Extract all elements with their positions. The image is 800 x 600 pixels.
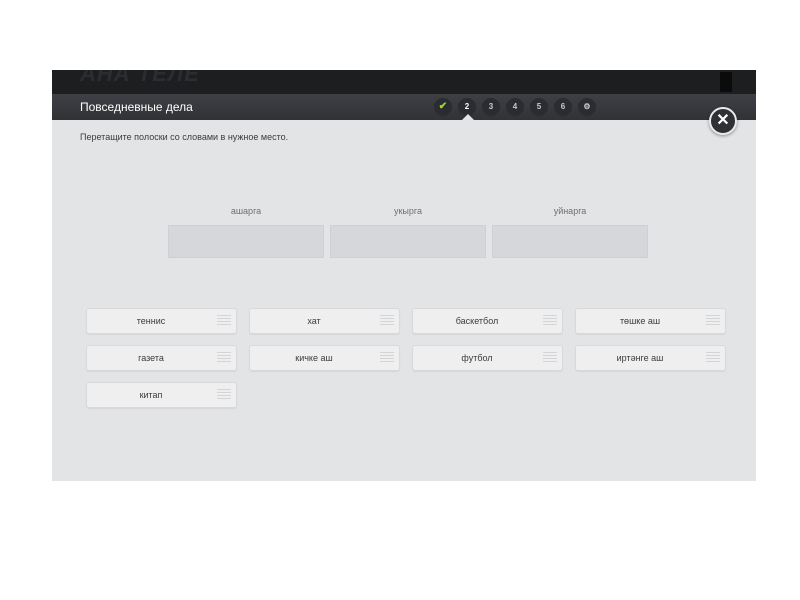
drag-handle-icon — [543, 352, 557, 364]
word-chip-label: иртәнге аш — [616, 353, 664, 363]
word-chip-basketball[interactable]: баскетбол — [412, 308, 563, 334]
word-chip-kichke-ash[interactable]: кичке аш — [249, 345, 400, 371]
target-label-uynarga: уйнарга — [553, 206, 587, 216]
drop-zone-ukyrga[interactable] — [330, 225, 486, 258]
exercise-title: Повседневные дела — [80, 100, 193, 114]
target-label-asharga: ашарга — [230, 206, 262, 216]
word-chip-label: хат — [307, 316, 321, 326]
drag-handle-icon — [217, 352, 231, 364]
topbar-control[interactable] — [720, 72, 732, 92]
step-1-done-check-icon[interactable]: ✔ — [434, 98, 452, 116]
drag-handle-icon — [706, 352, 720, 364]
instruction-text: Перетащите полоски со словами в нужное м… — [80, 132, 289, 142]
close-button[interactable]: ✕ — [709, 107, 737, 135]
drag-handle-icon — [380, 352, 394, 364]
word-chip-toshke-ash[interactable]: төшке аш — [575, 308, 726, 334]
drag-handle-icon — [217, 315, 231, 327]
word-chip-irtenge-ash[interactable]: иртәнге аш — [575, 345, 726, 371]
drag-handle-icon — [217, 389, 231, 401]
drag-handle-icon — [706, 315, 720, 327]
word-chip-khat[interactable]: хат — [249, 308, 400, 334]
word-chip-kitap[interactable]: китап — [86, 382, 237, 408]
word-chip-gazeta[interactable]: газета — [86, 345, 237, 371]
word-chip-label: баскетбол — [455, 316, 499, 326]
step-6[interactable]: 6 — [554, 98, 572, 116]
app-topbar: АНА ТЕЛЕ — [52, 70, 756, 94]
word-chip-label: төшке аш — [619, 316, 661, 326]
exercise-modal: АНА ТЕЛЕ Повседневные дела ✔ 2 3 4 5 6 ⚙… — [52, 70, 756, 481]
active-step-pointer — [462, 114, 474, 120]
drag-handle-icon — [380, 315, 394, 327]
step-settings-icon[interactable]: ⚙ — [578, 98, 596, 116]
drag-handle-icon — [543, 315, 557, 327]
exercise-header: Повседневные дела ✔ 2 3 4 5 6 ⚙ — [52, 94, 756, 120]
step-4[interactable]: 4 — [506, 98, 524, 116]
drop-zone-uynarga[interactable] — [492, 225, 648, 258]
word-chip-label: теннис — [136, 316, 166, 326]
step-5[interactable]: 5 — [530, 98, 548, 116]
word-chip-football[interactable]: футбол — [412, 345, 563, 371]
brand-logo: АНА ТЕЛЕ — [80, 70, 200, 86]
word-chip-tennis[interactable]: теннис — [86, 308, 237, 334]
target-label-ukyrga: укырга — [393, 206, 422, 216]
word-chip-label: кичке аш — [295, 353, 333, 363]
step-3[interactable]: 3 — [482, 98, 500, 116]
drop-zone-asharga[interactable] — [168, 225, 324, 258]
word-chip-label: газета — [138, 353, 164, 363]
word-chip-label: китап — [139, 390, 163, 400]
word-chip-label: футбол — [461, 353, 493, 363]
